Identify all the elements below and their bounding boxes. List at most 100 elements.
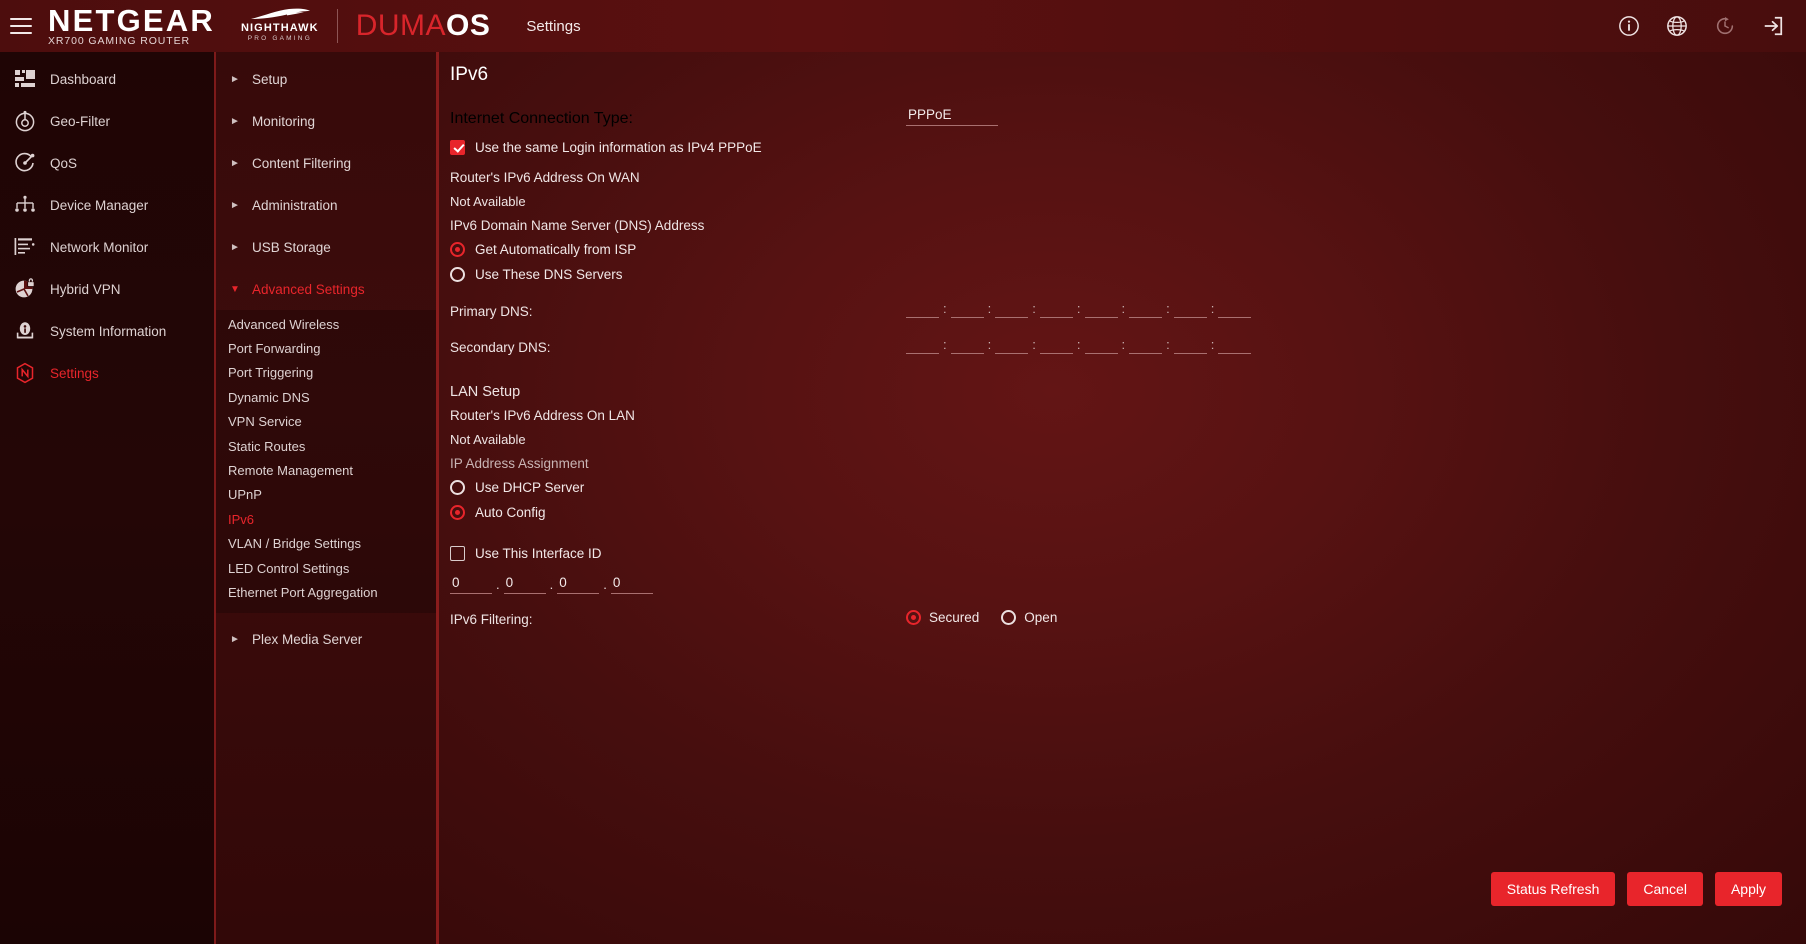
subnav-group-content-filtering[interactable]: ► Content Filtering <box>216 142 436 184</box>
ipv6-filtering-label: IPv6 Filtering: <box>450 612 533 627</box>
logout-icon[interactable] <box>1762 15 1784 37</box>
assignment-dhcp-row[interactable]: Use DHCP Server <box>450 480 584 495</box>
subnav-group-monitoring[interactable]: ► Monitoring <box>216 100 436 142</box>
dns-separator: : <box>1121 337 1126 352</box>
subnav-item-upnp[interactable]: UPnP <box>216 483 436 507</box>
sidebar-item-system-information[interactable]: System Information <box>0 310 214 352</box>
same-login-row[interactable]: Use the same Login information as IPv4 P… <box>450 140 762 155</box>
interface-id-segment-3[interactable] <box>557 574 600 594</box>
page-title: IPv6 <box>450 64 489 85</box>
subnav-item-ethernet-port-aggregation[interactable]: Ethernet Port Aggregation <box>216 580 436 604</box>
subnav-group-setup[interactable]: ► Setup <box>216 58 436 100</box>
subnav-group-label: USB Storage <box>252 239 331 255</box>
connection-type-value[interactable]: PPPoE <box>906 106 998 126</box>
hamburger-menu-icon[interactable] <box>10 18 32 34</box>
globe-icon[interactable] <box>1666 15 1688 37</box>
subnav-item-static-routes[interactable]: Static Routes <box>216 434 436 458</box>
header-page-label: Settings <box>526 17 581 35</box>
sidebar-item-dashboard[interactable]: Dashboard <box>0 58 214 100</box>
secondary-dns-segment-5[interactable] <box>1084 334 1118 354</box>
network-monitor-icon <box>12 235 38 259</box>
sidebar-item-settings[interactable]: Settings <box>0 352 214 394</box>
primary-dns-segment-2[interactable] <box>950 298 984 318</box>
subnav-group-plex-media-server[interactable]: ► Plex Media Server <box>216 619 436 661</box>
secondary-nav: ► Setup ► Monitoring ► Content Filtering… <box>214 52 436 944</box>
chevron-right-icon: ► <box>230 241 240 253</box>
brand-model: XR700 GAMING ROUTER <box>48 34 190 47</box>
main-content: IPv6 Internet Connection Type: PPPoE Use… <box>436 52 1806 944</box>
qos-icon <box>12 151 38 175</box>
dns-manual-radio[interactable] <box>450 267 465 282</box>
primary-dns-segment-8[interactable] <box>1218 298 1252 318</box>
primary-dns-segment-6[interactable] <box>1129 298 1163 318</box>
filter-open-radio[interactable] <box>1001 610 1017 625</box>
sidebar-item-label: Settings <box>50 365 99 381</box>
interface-id-separator: . <box>496 577 500 592</box>
subnav-group-usb-storage[interactable]: ► USB Storage <box>216 226 436 268</box>
dns-option-manual-row[interactable]: Use These DNS Servers <box>450 267 623 282</box>
sidebar-item-label: QoS <box>50 155 78 171</box>
subnav-item-port-forwarding[interactable]: Port Forwarding <box>216 336 436 360</box>
sidebar-item-qos[interactable]: QoS <box>0 142 214 184</box>
assignment-auto-config-row[interactable]: Auto Config <box>450 505 546 520</box>
secondary-dns-segment-4[interactable] <box>1039 334 1073 354</box>
primary-sidebar: Dashboard Geo-Filter QoS Device Manager … <box>0 52 214 944</box>
primary-dns-segment-1[interactable] <box>906 298 939 318</box>
subnav-item-vpn-service[interactable]: VPN Service <box>216 410 436 434</box>
secondary-dns-segment-3[interactable] <box>995 334 1029 354</box>
sidebar-item-label: Device Manager <box>50 197 149 213</box>
filter-secured-radio[interactable] <box>906 610 921 625</box>
info-icon[interactable] <box>1618 15 1640 37</box>
subnav-item-remote-management[interactable]: Remote Management <box>216 458 436 482</box>
interface-id-segment-2[interactable] <box>503 574 546 594</box>
subnav-item-led-control-settings[interactable]: LED Control Settings <box>216 556 436 580</box>
secondary-dns-label: Secondary DNS: <box>450 340 551 355</box>
dns-separator: : <box>1076 301 1081 316</box>
nighthawk-logo: NIGHTHAWK PRO GAMING <box>241 8 319 45</box>
interface-id-separator: . <box>603 577 607 592</box>
dns-option-auto-row[interactable]: Get Automatically from ISP <box>450 242 636 257</box>
sidebar-item-hybrid-vpn[interactable]: Hybrid VPN <box>0 268 214 310</box>
primary-dns-segment-4[interactable] <box>1039 298 1073 318</box>
wan-address-value: Not Available <box>450 194 526 209</box>
assignment-auto-config-radio[interactable] <box>450 505 465 520</box>
dumaos-logo: DUMAOS <box>356 10 491 42</box>
interface-id-segment-4[interactable] <box>610 574 653 594</box>
netgear-brand: NETGEAR XR700 GAMING ROUTER <box>48 5 215 47</box>
secondary-dns-segment-8[interactable] <box>1218 334 1252 354</box>
cancel-button[interactable]: Cancel <box>1627 872 1703 906</box>
primary-dns-segment-5[interactable] <box>1084 298 1118 318</box>
same-login-label: Use the same Login information as IPv4 P… <box>475 140 762 155</box>
interface-id-separator: . <box>549 577 554 592</box>
secondary-dns-segment-1[interactable] <box>906 334 939 354</box>
interface-id-row[interactable]: Use This Interface ID <box>450 546 602 561</box>
secondary-dns-segment-7[interactable] <box>1173 334 1207 354</box>
dns-auto-label: Get Automatically from ISP <box>475 242 637 257</box>
interface-id-checkbox[interactable] <box>450 546 465 561</box>
apply-button[interactable]: Apply <box>1714 872 1782 906</box>
subnav-item-advanced-wireless[interactable]: Advanced Wireless <box>216 312 436 336</box>
status-refresh-button[interactable]: Status Refresh <box>1490 872 1616 906</box>
chevron-right-icon: ► <box>230 199 240 211</box>
subnav-item-port-triggering[interactable]: Port Triggering <box>216 361 436 385</box>
subnav-item-vlan-bridge-settings[interactable]: VLAN / Bridge Settings <box>216 532 436 556</box>
dns-separator: : <box>1032 301 1036 316</box>
secondary-dns-segment-6[interactable] <box>1129 334 1163 354</box>
same-login-checkbox[interactable] <box>450 140 465 155</box>
subnav-group-advanced-settings[interactable]: ▼ Advanced Settings <box>216 268 436 310</box>
subnav-item-ipv6[interactable]: IPv6 <box>216 507 436 531</box>
subnav-group-administration[interactable]: ► Administration <box>216 184 436 226</box>
interface-id-segment-1[interactable] <box>450 574 492 594</box>
sidebar-item-network-monitor[interactable]: Network Monitor <box>0 226 214 268</box>
primary-dns-segment-3[interactable] <box>995 298 1029 318</box>
history-refresh-icon[interactable] <box>1714 15 1736 37</box>
dashboard-icon <box>12 67 38 91</box>
filter-secured-label: Secured <box>929 610 980 625</box>
secondary-dns-segment-2[interactable] <box>950 334 984 354</box>
assignment-dhcp-radio[interactable] <box>450 480 465 495</box>
primary-dns-segment-7[interactable] <box>1173 298 1207 318</box>
sidebar-item-device-manager[interactable]: Device Manager <box>0 184 214 226</box>
dns-auto-radio[interactable] <box>450 242 465 257</box>
subnav-item-dynamic-dns[interactable]: Dynamic DNS <box>216 385 436 409</box>
sidebar-item-geo-filter[interactable]: Geo-Filter <box>0 100 214 142</box>
